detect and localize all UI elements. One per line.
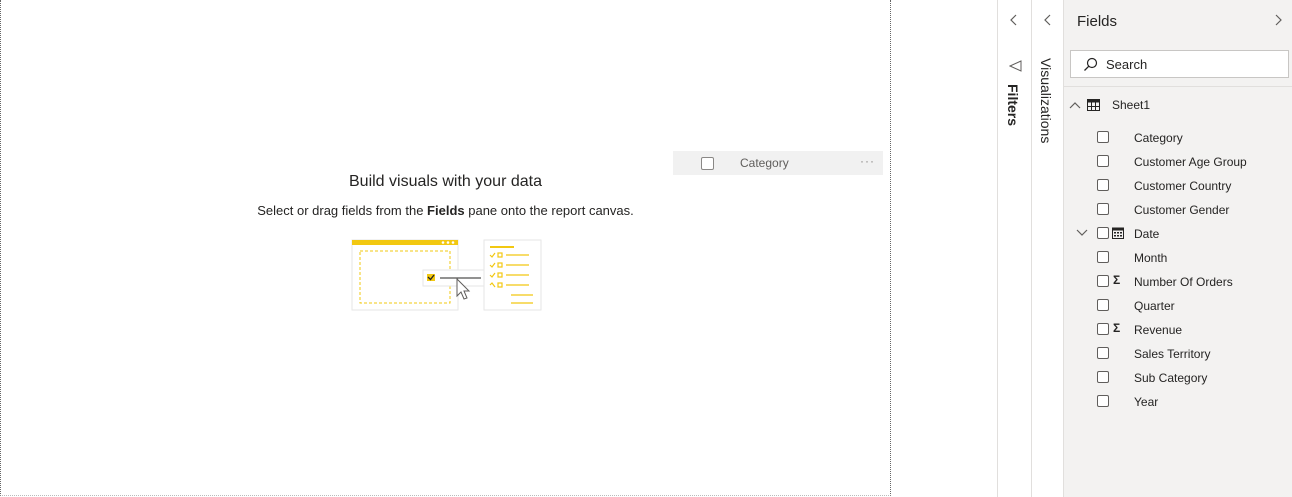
- field-checkbox[interactable]: [1097, 323, 1109, 335]
- chevron-up-icon[interactable]: [1069, 100, 1081, 110]
- field-label: Revenue: [1134, 323, 1183, 337]
- field-label: Customer Gender: [1134, 203, 1230, 217]
- field-checkbox[interactable]: [1097, 179, 1109, 191]
- empty-state-subtitle: Select or drag fields from the Fields pa…: [257, 203, 634, 218]
- more-options-icon[interactable]: ···: [860, 154, 875, 168]
- drag-chip-label: Category: [740, 156, 789, 170]
- field-item[interactable]: Customer Country: [1064, 175, 1292, 195]
- chevron-down-icon[interactable]: [1076, 228, 1088, 238]
- field-checkbox[interactable]: [1097, 131, 1109, 143]
- sigma-icon: Σ: [1113, 321, 1121, 335]
- fields-search-box[interactable]: Search: [1070, 50, 1289, 78]
- chevron-left-icon[interactable]: [1009, 14, 1019, 26]
- filter-funnel-icon: [1009, 60, 1022, 72]
- field-checkbox[interactable]: [1097, 395, 1109, 407]
- field-item[interactable]: Customer Gender: [1064, 199, 1292, 219]
- fields-pane-title: Fields: [1077, 13, 1118, 30]
- table-icon: [1087, 99, 1100, 111]
- field-item[interactable]: Sub Category: [1064, 367, 1292, 387]
- field-label: Year: [1134, 395, 1159, 409]
- field-label: Sub Category: [1134, 371, 1208, 385]
- report-canvas[interactable]: Build visuals with your data Select or d…: [0, 0, 891, 496]
- field-label: Category: [1134, 131, 1183, 145]
- build-visual-illustration-icon: [351, 239, 542, 311]
- field-label: Number Of Orders: [1134, 275, 1233, 289]
- field-checkbox[interactable]: [1097, 371, 1109, 383]
- field-item[interactable]: Date: [1064, 223, 1292, 243]
- calendar-icon: [1112, 227, 1124, 239]
- dragging-field-chip[interactable]: Category ···: [673, 151, 883, 175]
- field-item[interactable]: Σ Number Of Orders: [1064, 271, 1292, 291]
- field-item[interactable]: Σ Revenue: [1064, 319, 1292, 339]
- field-label: Customer Age Group: [1134, 155, 1247, 169]
- field-checkbox[interactable]: [1097, 155, 1109, 167]
- field-checkbox[interactable]: [1097, 347, 1109, 359]
- field-label: Customer Country: [1134, 179, 1232, 193]
- empty-state-title: Build visuals with your data: [349, 173, 542, 190]
- table-sheet1[interactable]: Sheet1: [1069, 98, 1150, 112]
- field-label: Month: [1134, 251, 1168, 265]
- field-item[interactable]: Year: [1064, 391, 1292, 411]
- search-placeholder: Search: [1106, 56, 1148, 72]
- field-checkbox[interactable]: [1097, 299, 1109, 311]
- field-checkbox[interactable]: [1097, 251, 1109, 263]
- field-checkbox[interactable]: [1097, 203, 1109, 215]
- fields-pane: Fields Search Sheet1 Category Customer Ag…: [1063, 0, 1292, 497]
- field-label: Date: [1134, 227, 1160, 241]
- field-item[interactable]: Month: [1064, 247, 1292, 267]
- filters-label[interactable]: Filters: [1005, 84, 1021, 126]
- checkbox-icon: [701, 156, 714, 170]
- chevron-right-icon[interactable]: [1273, 14, 1283, 26]
- visualizations-label[interactable]: Visualizations: [1038, 58, 1054, 143]
- field-checkbox[interactable]: [1097, 227, 1109, 239]
- search-icon: [1083, 57, 1098, 72]
- sigma-icon: Σ: [1113, 273, 1121, 287]
- divider: [1064, 86, 1292, 87]
- field-item[interactable]: Customer Age Group: [1064, 151, 1292, 171]
- field-checkbox[interactable]: [1097, 275, 1109, 287]
- table-name: Sheet1: [1112, 98, 1151, 112]
- field-label: Sales Territory: [1134, 347, 1211, 361]
- visualizations-pane[interactable]: Visualizations: [1031, 0, 1064, 497]
- field-item[interactable]: Sales Territory: [1064, 343, 1292, 363]
- field-item[interactable]: Category: [1064, 127, 1292, 147]
- chevron-left-icon[interactable]: [1043, 14, 1053, 26]
- filters-pane[interactable]: Filters: [997, 0, 1031, 497]
- field-label: Quarter: [1134, 299, 1175, 313]
- field-item[interactable]: Quarter: [1064, 295, 1292, 315]
